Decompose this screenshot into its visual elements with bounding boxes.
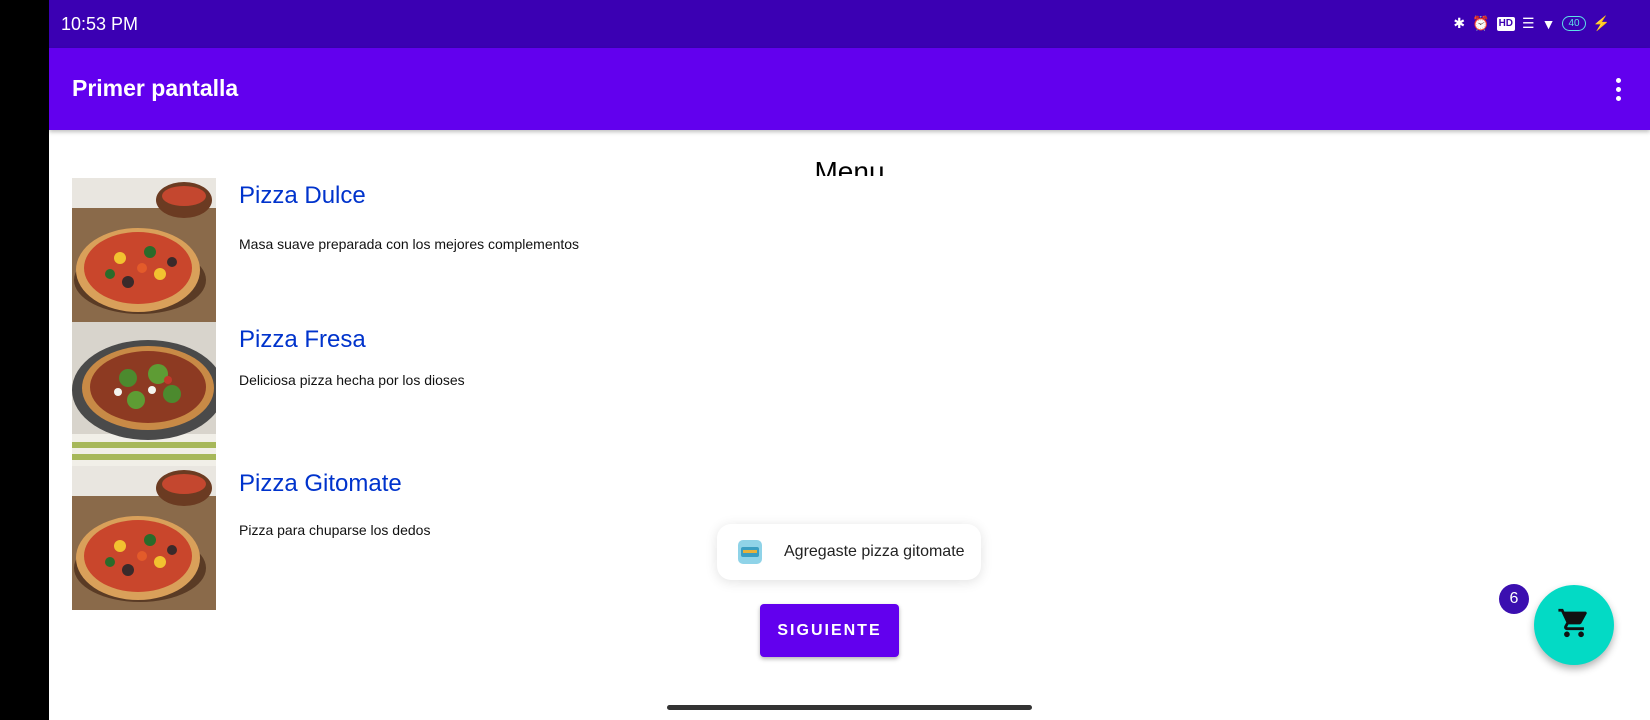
list-item[interactable]: Pizza Fresa Deliciosa pizza hecha por lo… — [72, 322, 872, 466]
app-title: Primer pantalla — [72, 75, 239, 101]
bluetooth-icon: ✱ — [1453, 15, 1466, 31]
item-title: Pizza Dulce — [239, 182, 366, 209]
status-time: 10:53 PM — [61, 14, 139, 34]
pizza-image — [72, 466, 216, 610]
app-bar: Primer pantalla — [49, 48, 1650, 130]
app-screen: 10:53 PM ✱ ⏰ HD ☰ ▼ 40 ⚡ Primer pantalla… — [49, 0, 1650, 720]
hd-icon: HD — [1496, 16, 1516, 31]
cart-count-badge: 6 — [1499, 584, 1529, 614]
navigation-handle[interactable] — [667, 705, 1032, 710]
battery-icon: 40 — [1562, 16, 1586, 31]
item-title: Pizza Gitomate — [239, 470, 402, 497]
status-icons: ✱ ⏰ HD ☰ ▼ 40 ⚡ — [1453, 15, 1610, 32]
item-description: Deliciosa pizza hecha por los dioses — [239, 372, 465, 388]
pizza-image — [72, 322, 216, 466]
item-description: Masa suave preparada con los mejores com… — [239, 236, 580, 252]
toast: Agregaste pizza gitomate — [717, 524, 981, 580]
pizza-image — [72, 178, 216, 322]
cart-fab[interactable] — [1534, 585, 1614, 665]
toast-message: Agregaste pizza gitomate — [784, 543, 965, 560]
item-title: Pizza Fresa — [239, 326, 366, 353]
shopping-cart-icon — [1557, 606, 1591, 645]
alarm-icon: ⏰ — [1472, 15, 1490, 31]
item-description: Pizza para chuparse los dedos — [239, 522, 431, 538]
more-vert-icon[interactable] — [1606, 74, 1630, 104]
next-button[interactable]: SIGUIENTE — [760, 604, 899, 657]
charging-icon: ⚡ — [1592, 15, 1610, 31]
signal-icon: ☰ — [1522, 15, 1535, 31]
wifi-icon: ▼ — [1541, 15, 1556, 32]
list-item[interactable]: Pizza Dulce Masa suave preparada con los… — [72, 178, 872, 322]
menu-heading: Menu — [814, 156, 885, 176]
status-bar: 10:53 PM ✱ ⏰ HD ☰ ▼ 40 ⚡ — [49, 0, 1650, 48]
app-icon — [737, 539, 763, 565]
